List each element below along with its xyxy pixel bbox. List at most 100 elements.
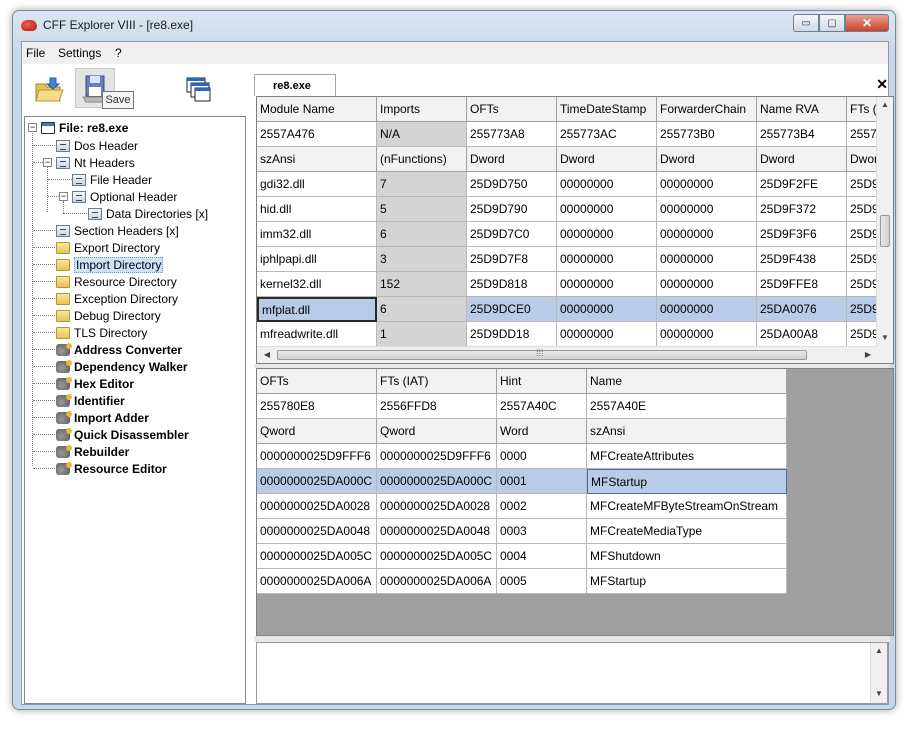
table-cell[interactable]: 25D9D750 [467, 172, 557, 197]
column-header[interactable]: TimeDateStamp [557, 97, 657, 122]
offset-cell[interactable]: 2557A40C [497, 394, 587, 419]
table-cell[interactable]: 00000000 [657, 322, 757, 347]
column-header[interactable]: ForwarderChain [657, 97, 757, 122]
table-cell[interactable]: 25D9FFE8 [757, 272, 847, 297]
table-cell[interactable]: 00000000 [557, 322, 657, 347]
tree-item-nt-headers[interactable]: Nt Headers [56, 154, 135, 171]
nt-headers-toggle[interactable]: − [43, 158, 52, 167]
scroll-up-icon[interactable]: ▲ [877, 100, 893, 109]
column-header[interactable]: OFTs [467, 97, 557, 122]
tree-item-rebuilder[interactable]: Rebuilder [56, 443, 129, 460]
menu-settings[interactable]: Settings [58, 46, 101, 60]
offset-cell[interactable]: 255773A8 [467, 122, 557, 147]
table-cell[interactable]: 0000000025DA006A [377, 569, 497, 594]
type-cell[interactable]: Qword [377, 419, 497, 444]
table-cell[interactable]: 0000000025DA005C [377, 544, 497, 569]
table-cell[interactable]: 0000000025DA0048 [257, 519, 377, 544]
column-header[interactable]: FTs (IAT) [377, 369, 497, 394]
tree-item-tls-directory[interactable]: TLS Directory [56, 324, 147, 341]
table-cell[interactable]: 0003 [497, 519, 587, 544]
column-header[interactable]: Module Name [257, 97, 377, 122]
table-cell[interactable]: 00000000 [557, 297, 657, 322]
table-cell[interactable]: 0005 [497, 569, 587, 594]
optional-header-toggle[interactable]: − [59, 192, 68, 201]
table-cell[interactable]: 00000000 [657, 297, 757, 322]
table-cell[interactable]: 0000000025DA006A [257, 569, 377, 594]
table-cell[interactable]: hid.dll [257, 197, 377, 222]
table-cell[interactable]: 25D9F372 [757, 197, 847, 222]
type-cell[interactable]: Dword [467, 147, 557, 172]
tree-item-data-directories[interactable]: Data Directories [x] [88, 205, 208, 222]
table-cell[interactable]: 7 [377, 172, 467, 197]
tree-item-section-headers[interactable]: Section Headers [x] [56, 222, 179, 239]
table-cell[interactable]: MFCreateMFByteStreamOnStream [587, 494, 787, 519]
tree-item-dependency-walker[interactable]: Dependency Walker [56, 358, 188, 375]
table-cell[interactable]: 25D9F438 [757, 247, 847, 272]
tree-item-export-directory[interactable]: Export Directory [56, 239, 160, 256]
type-cell[interactable]: szAnsi [257, 147, 377, 172]
table-cell[interactable]: 25D9DD18 [467, 322, 557, 347]
table-cell[interactable]: 00000000 [557, 247, 657, 272]
type-cell[interactable]: Qword [257, 419, 377, 444]
table-cell[interactable]: 25D9D790 [467, 197, 557, 222]
tree-item-optional-header[interactable]: Optional Header [72, 188, 177, 205]
tree-item-debug-directory[interactable]: Debug Directory [56, 307, 161, 324]
table-cell[interactable]: 6 [377, 222, 467, 247]
table-cell[interactable]: 0001 [497, 469, 587, 494]
maximize-button[interactable]: ▢ [819, 14, 845, 32]
table-cell[interactable]: 0000000025DA0028 [377, 494, 497, 519]
offset-cell[interactable]: N/A [377, 122, 467, 147]
table-cell[interactable]: 25D9F3F6 [757, 222, 847, 247]
table-cell[interactable]: 3 [377, 247, 467, 272]
column-header[interactable]: OFTs [257, 369, 377, 394]
tree-item-address-converter[interactable]: Address Converter [56, 341, 182, 358]
table-cell[interactable]: MFCreateMediaType [587, 519, 787, 544]
column-header[interactable]: Name [587, 369, 787, 394]
table-cell[interactable]: gdi32.dll [257, 172, 377, 197]
table-cell[interactable]: mfreadwrite.dll [257, 322, 377, 347]
tree-root[interactable]: File: re8.exe [41, 119, 128, 136]
open-button[interactable] [29, 70, 69, 110]
imports-vertical-scrollbar[interactable]: ▲ ▼ [876, 97, 893, 348]
scroll-thumb[interactable] [880, 215, 890, 247]
table-cell[interactable]: mfplat.dll [257, 297, 377, 322]
tree-item-quick-disassembler[interactable]: Quick Disassembler [56, 426, 189, 443]
table-cell[interactable]: 25DA0076 [757, 297, 847, 322]
table-cell[interactable]: MFShutdown [587, 544, 787, 569]
tree-item-import-adder[interactable]: Import Adder [56, 409, 149, 426]
table-cell[interactable]: 00000000 [557, 197, 657, 222]
column-header[interactable]: Name RVA [757, 97, 847, 122]
table-cell[interactable]: 25D9F2FE [757, 172, 847, 197]
type-cell[interactable]: Dword [757, 147, 847, 172]
table-cell[interactable]: 00000000 [657, 172, 757, 197]
tree-item-resource-directory[interactable]: Resource Directory [56, 273, 177, 290]
table-cell[interactable]: 00000000 [557, 222, 657, 247]
type-cell[interactable]: Dword [657, 147, 757, 172]
table-cell[interactable]: 0000 [497, 444, 587, 469]
table-cell[interactable]: 00000000 [657, 247, 757, 272]
tree-item-identifier[interactable]: Identifier [56, 392, 125, 409]
title-bar[interactable]: CFF Explorer VIII - [re8.exe] ▭ ▢ ✕ [13, 11, 895, 41]
table-cell[interactable]: 00000000 [657, 272, 757, 297]
table-cell[interactable]: 25D9DCE0 [467, 297, 557, 322]
offset-cell[interactable]: 2556FFD8 [377, 394, 497, 419]
scroll-up-icon[interactable]: ▲ [871, 646, 887, 655]
table-cell[interactable]: 00000000 [657, 222, 757, 247]
type-cell[interactable]: szAnsi [587, 419, 787, 444]
table-cell[interactable]: imm32.dll [257, 222, 377, 247]
tab-re8-exe[interactable]: re8.exe [254, 74, 336, 96]
table-cell[interactable]: 25DA00A8 [757, 322, 847, 347]
minimize-button[interactable]: ▭ [793, 14, 819, 32]
table-cell[interactable]: 0004 [497, 544, 587, 569]
imports-horizontal-scrollbar[interactable]: ◀ ⁞⁞⁞ ▶ [257, 346, 878, 363]
table-cell[interactable]: 0002 [497, 494, 587, 519]
menu-help[interactable]: ? [115, 46, 122, 60]
table-cell[interactable]: 25D9D7F8 [467, 247, 557, 272]
table-cell[interactable]: 00000000 [657, 197, 757, 222]
offset-cell[interactable]: 2557A476 [257, 122, 377, 147]
table-cell[interactable]: kernel32.dll [257, 272, 377, 297]
offset-cell[interactable]: 255773B4 [757, 122, 847, 147]
type-cell[interactable]: Dword [557, 147, 657, 172]
table-cell[interactable]: 0000000025DA005C [257, 544, 377, 569]
table-cell[interactable]: 6 [377, 297, 467, 322]
